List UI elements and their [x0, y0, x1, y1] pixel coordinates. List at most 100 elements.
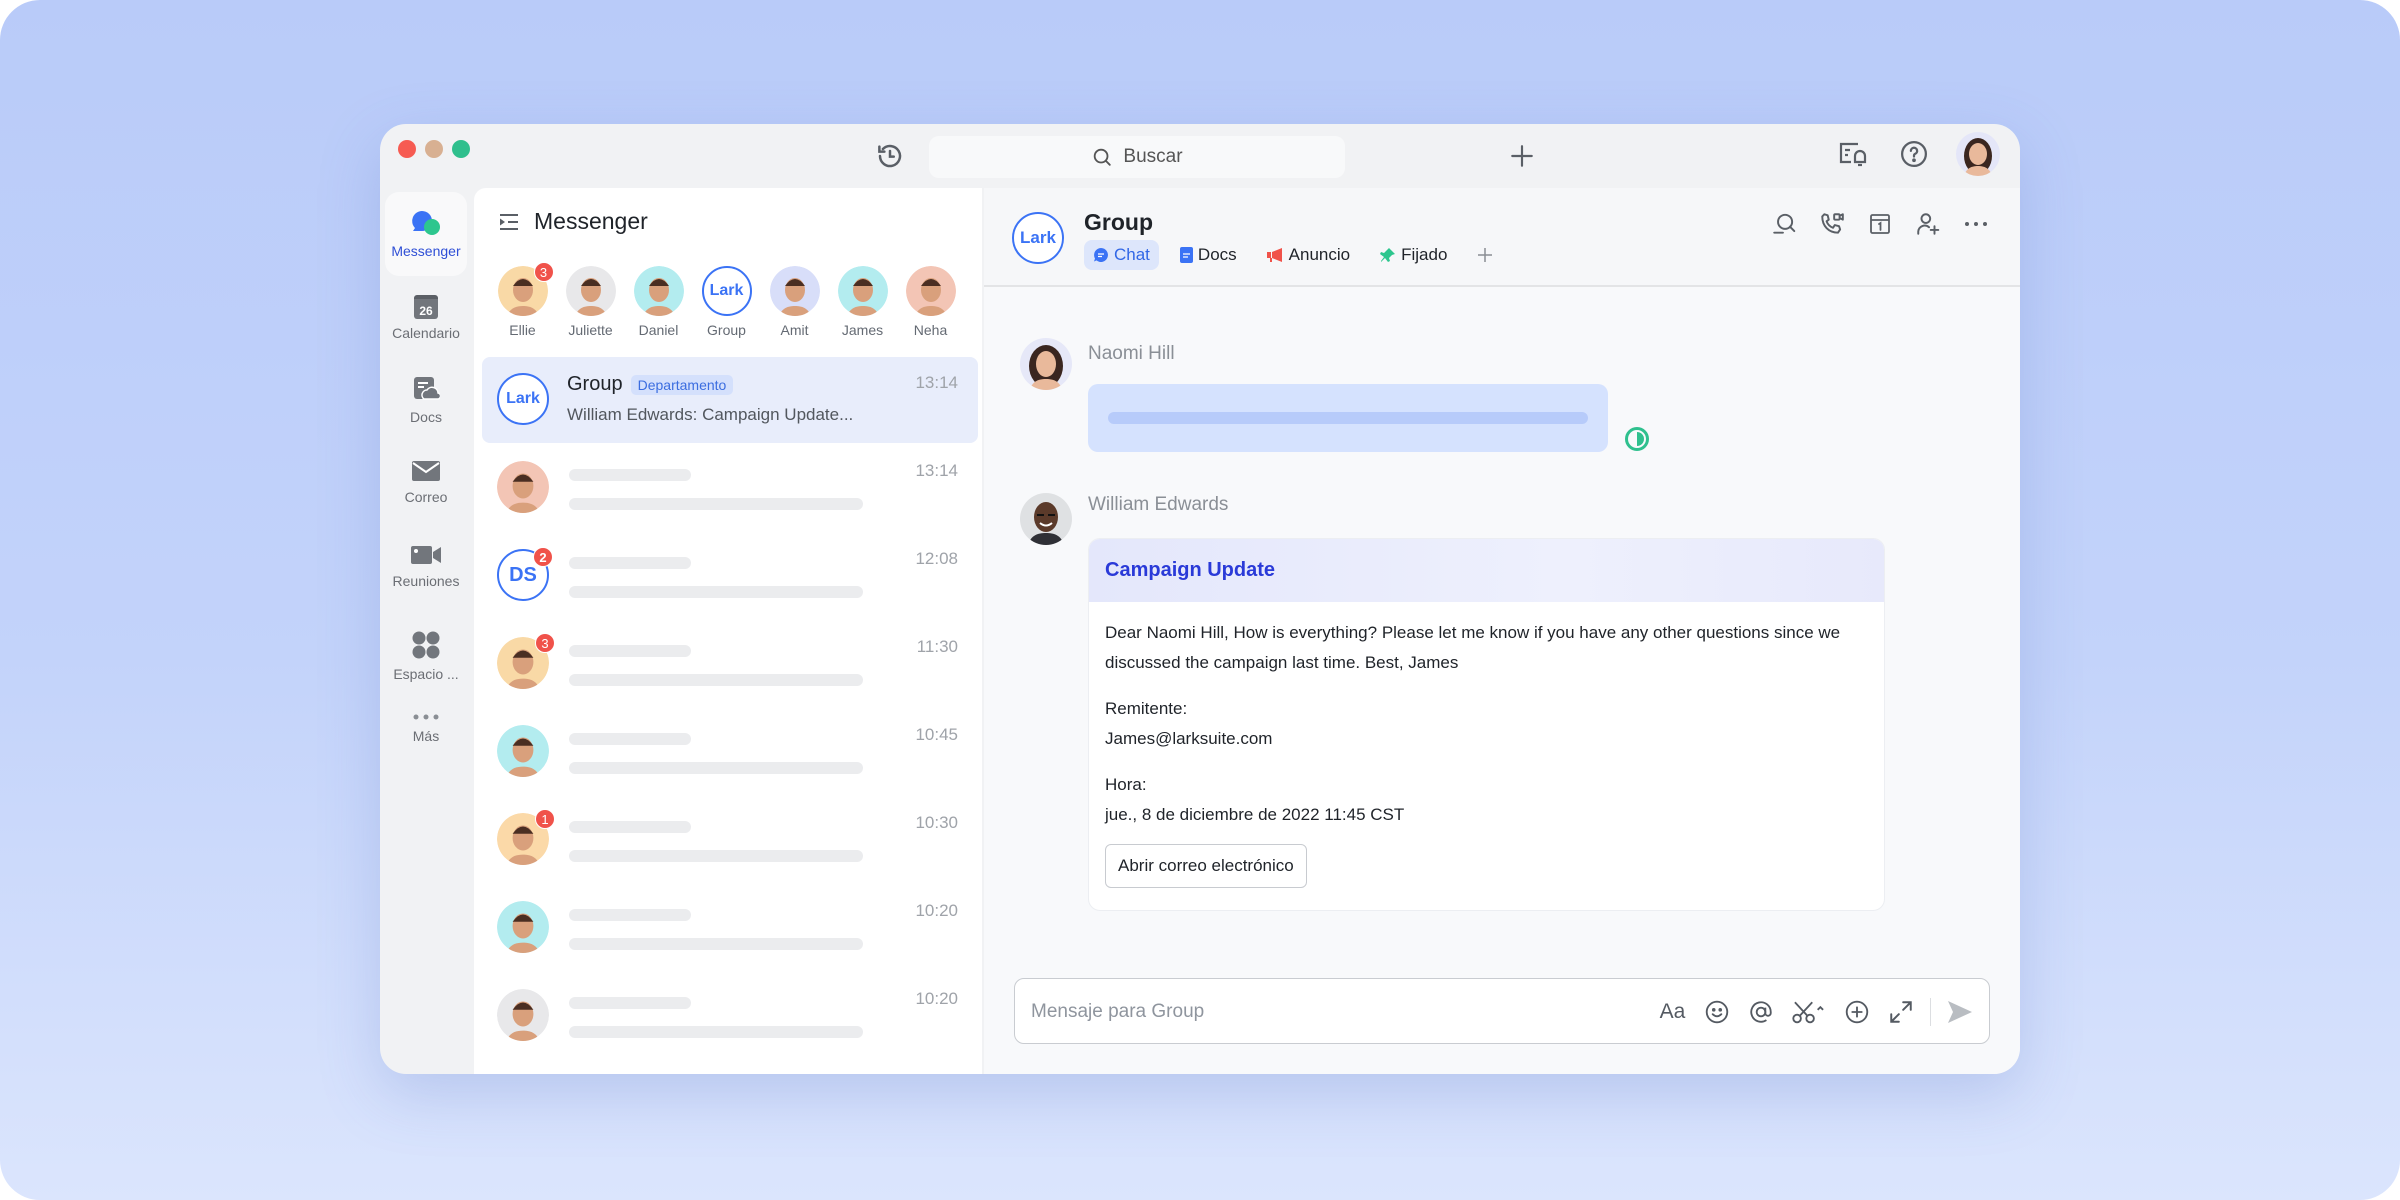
nav-label: Más: [412, 728, 440, 744]
send-button[interactable]: [1945, 997, 1975, 1027]
open-email-button[interactable]: Abrir correo electrónico: [1105, 844, 1307, 888]
conversation-item[interactable]: 1 10:30: [482, 797, 978, 883]
conversation-item[interactable]: 10:45: [482, 709, 978, 795]
workspace-icon: [412, 631, 440, 659]
nav-item-docs[interactable]: Docs: [385, 360, 467, 440]
message-input[interactable]: [1031, 997, 1631, 1027]
nav-item-more[interactable]: Más: [385, 688, 467, 768]
conversation-item[interactable]: 10:20: [482, 973, 978, 1059]
user-avatar[interactable]: [1956, 132, 2000, 176]
screenshot-button[interactable]: [1790, 997, 1828, 1027]
chat-panel: Lark Group Chat Docs Anuncio Fijado Naom…: [984, 188, 2020, 1074]
app-window: Buscar Messenger 26 Calendario Docs Corr…: [380, 124, 2020, 1074]
tab-pinned[interactable]: Fijado: [1371, 240, 1456, 270]
skeleton-preview: [569, 674, 863, 686]
conversation-time: 11:30: [916, 637, 958, 656]
nav-item-mail[interactable]: Correo: [385, 442, 467, 522]
more-icon: [1965, 222, 1987, 226]
conversation-item[interactable]: 10:20: [482, 885, 978, 971]
quick-contact[interactable]: Lark Group: [701, 266, 752, 338]
conversation-time: 10:20: [915, 901, 958, 920]
add-member-button[interactable]: [1914, 210, 1942, 238]
conversation-item[interactable]: 3 11:30: [482, 621, 978, 707]
more-options-button[interactable]: [1962, 210, 1990, 238]
messenger-icon: [412, 211, 440, 235]
quick-contact[interactable]: 3 Ellie: [497, 262, 554, 338]
minimize-window-button[interactable]: [425, 140, 443, 158]
conversation-time: 10:20: [915, 989, 958, 1008]
sender-avatar[interactable]: [1020, 338, 1072, 390]
conversation-avatar: [497, 725, 549, 777]
attach-button[interactable]: [1842, 997, 1872, 1027]
help-button[interactable]: [1896, 136, 1932, 172]
emoji-button[interactable]: [1702, 997, 1732, 1027]
notifications-button[interactable]: [1836, 136, 1872, 172]
time-value: jue., 8 de diciembre de 2022 11:45 CST: [1105, 805, 1405, 824]
message-bubble[interactable]: [1088, 384, 1608, 452]
conversation-title-line: Group Departamento: [567, 373, 734, 396]
tab-label: Docs: [1197, 245, 1237, 264]
titlebar-right: [1836, 132, 2000, 176]
call-button[interactable]: [1818, 210, 1846, 238]
conversation-item-active[interactable]: Lark Group Departamento William Edwards: Ca…: [482, 357, 978, 443]
conversation-title: Group: [567, 373, 623, 395]
close-window-button[interactable]: [398, 140, 416, 158]
contact-name: Daniel: [638, 322, 679, 338]
conversation-list-panel: Messenger 3 Ellie Juliette Daniel Lark Group A…: [474, 188, 982, 1074]
contact-name: James: [841, 322, 884, 338]
tab-announcement[interactable]: Anuncio: [1258, 240, 1359, 270]
card-message: Dear Naomi Hill, How is everything? Plea…: [1105, 623, 1841, 672]
nav-item-workspace[interactable]: Espacio ...: [385, 616, 467, 696]
calendar-button[interactable]: [1866, 210, 1894, 238]
add-tab-button[interactable]: [1468, 242, 1502, 268]
conversation-avatar: [497, 901, 549, 953]
more-icon: [413, 714, 439, 720]
text-format-button[interactable]: Aa: [1658, 997, 1688, 1027]
nav-label: Correo: [404, 489, 448, 505]
nav-label: Reuniones: [392, 573, 460, 589]
search-placeholder: Buscar: [1123, 146, 1183, 167]
history-button[interactable]: [872, 138, 908, 174]
tab-chat[interactable]: Chat: [1084, 240, 1159, 270]
scissors-icon: [1791, 1001, 1824, 1024]
quick-contact[interactable]: Juliette: [565, 266, 616, 338]
composer-toolbar: Aa: [1658, 997, 1976, 1027]
window-controls: [398, 140, 470, 158]
skeleton-preview: [569, 1026, 863, 1038]
search-chat-button[interactable]: [1770, 210, 1798, 238]
skeleton-preview: [569, 938, 863, 950]
conversation-preview: William Edwards: Campaign Update...: [567, 405, 854, 424]
maximize-window-button[interactable]: [452, 140, 470, 158]
unread-badge: 2: [533, 547, 553, 567]
app-sidebar: Messenger 26 Calendario Docs Correo Reun…: [380, 188, 472, 1074]
title-bar: Buscar: [380, 124, 2020, 188]
skeleton-preview: [569, 850, 863, 862]
mention-button[interactable]: [1746, 997, 1776, 1027]
avatar-initials: Lark: [506, 390, 540, 407]
sender-name: William Edwards: [1088, 494, 1229, 515]
call-icon: [1821, 213, 1844, 234]
nav-item-meetings[interactable]: Reuniones: [385, 526, 467, 606]
tab-label: Fijado: [1401, 245, 1448, 264]
quick-contact[interactable]: Daniel: [633, 266, 684, 338]
nav-item-messenger[interactable]: Messenger: [385, 192, 467, 276]
tab-docs[interactable]: Docs: [1171, 240, 1246, 270]
conversation-avatar: 3: [497, 633, 555, 689]
quick-contact[interactable]: Amit: [769, 266, 820, 338]
nav-item-calendar[interactable]: 26 Calendario: [385, 278, 467, 358]
skeleton-preview: [569, 498, 863, 510]
conversation-item[interactable]: DS 2 12:08: [482, 533, 978, 619]
group-avatar[interactable]: Lark: [1012, 212, 1064, 264]
chat-tabs: Chat Docs Anuncio Fijado: [1084, 240, 1502, 270]
sender-avatar[interactable]: [1020, 493, 1072, 545]
quick-contact[interactable]: Neha: [905, 266, 956, 338]
conversation-item[interactable]: 13:14: [482, 445, 978, 531]
new-button[interactable]: [1504, 138, 1540, 174]
expand-button[interactable]: [1886, 997, 1916, 1027]
conversation-time: 13:14: [915, 461, 958, 480]
quick-contacts: 3 Ellie Juliette Daniel Lark Group Amit James Ne…: [497, 262, 956, 338]
card-body: Dear Naomi Hill, How is everything? Plea…: [1089, 602, 1884, 904]
collapse-sidebar-icon[interactable]: [498, 212, 520, 232]
search-input[interactable]: Buscar: [929, 136, 1345, 178]
quick-contact[interactable]: James: [837, 266, 888, 338]
